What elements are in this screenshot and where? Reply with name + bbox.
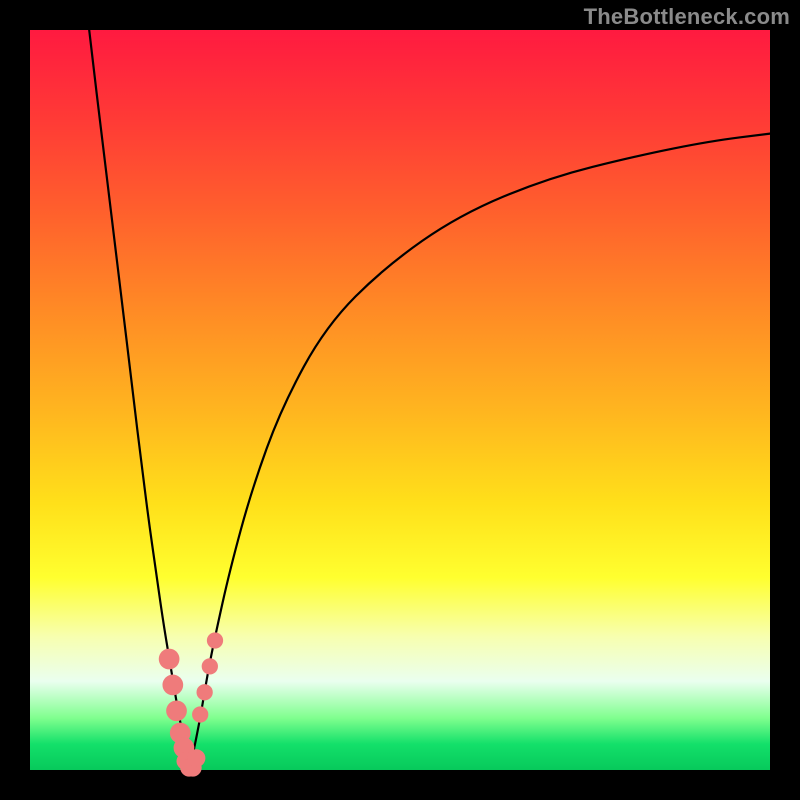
plot-svg [30, 30, 770, 770]
marker-left-cluster [166, 700, 187, 721]
marker-left-cluster [159, 649, 180, 670]
marker-left-cluster [162, 675, 183, 696]
marker-bottom-cluster [188, 749, 206, 767]
curve-markers [159, 632, 223, 776]
chart-frame: TheBottleneck.com [0, 0, 800, 800]
watermark-text: TheBottleneck.com [584, 4, 790, 30]
marker-right-cluster [197, 684, 213, 700]
marker-right-cluster [192, 706, 208, 722]
marker-right-cluster [207, 632, 223, 648]
plot-area [30, 30, 770, 770]
bottleneck-curve [89, 30, 770, 769]
curve-right-branch [189, 134, 770, 769]
marker-right-cluster [202, 658, 218, 674]
